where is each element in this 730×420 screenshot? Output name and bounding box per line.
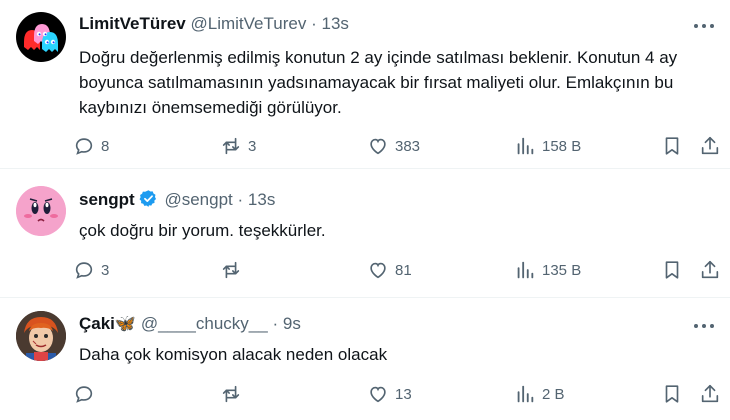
tweet-text: Doğru değerlenmiş edilmiş konutun 2 ay i… [79,48,678,117]
share-button[interactable] [699,131,721,161]
heart-icon [370,138,386,155]
views-button[interactable]: 2 B [514,379,565,409]
handle[interactable]: @____chucky__ [141,314,268,333]
heart-icon [370,262,386,279]
display-name[interactable]: sengpt [79,190,135,209]
views-button[interactable]: 135 B [514,255,581,285]
verified-badge-icon [139,190,156,207]
bookmark-icon [665,261,679,279]
share-button[interactable] [699,379,721,409]
reply-button[interactable]: 8 [73,131,109,161]
repost-button[interactable] [220,379,248,409]
chucky-doll-image [16,311,66,361]
separator-dot: · [237,190,244,209]
share-button[interactable] [699,255,721,285]
avatar[interactable] [16,311,66,361]
tweet-header: LimitVeTürev @LimitVeTurev · 13s [79,14,349,34]
like-button[interactable]: 383 [367,131,420,161]
views-count: 2 B [542,385,565,403]
pacman-ghosts-image [24,24,58,52]
avatar[interactable] [16,12,66,62]
handle[interactable]: @LimitVeTurev [191,14,307,33]
action-bar: 8 3 383 158 B [73,131,723,161]
bar-chart-icon [517,261,534,279]
like-button[interactable]: 81 [367,255,412,285]
bar-chart-icon [517,385,534,403]
repost-count: 3 [248,137,257,155]
bookmark-icon [665,137,679,155]
tweet[interactable]: Çaki🦋 @____chucky__ · 9s Daha çok komisy… [0,298,730,420]
tweet[interactable]: sengpt @sengpt · 13s çok doğru bir yorum… [0,169,730,297]
repost-arrows-icon [222,261,240,279]
like-count: 383 [395,137,421,155]
separator-dot: · [272,314,279,333]
repost-button[interactable]: 3 [220,131,256,161]
bookmark-button[interactable] [661,255,683,285]
share-upload-icon [701,260,719,279]
reply-button[interactable] [73,379,101,409]
speech-bubble-icon [75,262,93,279]
action-bar: 13 2 B [73,379,723,409]
more-dots-icon[interactable] [694,315,716,337]
kirby-face-image [16,186,66,236]
timestamp[interactable]: 9s [283,314,301,333]
bookmark-icon [665,385,679,403]
timestamp[interactable]: 13s [321,14,348,33]
tweet-header: Çaki🦋 @____chucky__ · 9s [79,314,301,334]
separator-dot: · [311,14,317,33]
timestamp[interactable]: 13s [248,190,275,209]
tweet-text: Daha çok komisyon alacak neden olacak [79,345,388,364]
tweet[interactable]: LimitVeTürev @LimitVeTurev · 13s Doğru d… [0,0,730,168]
repost-button[interactable] [220,255,248,285]
tweet-text: çok doğru bir yorum. teşekkürler. [79,221,326,240]
speech-bubble-icon [75,386,93,403]
bookmark-button[interactable] [661,379,683,409]
avatar[interactable] [16,186,66,236]
like-button[interactable]: 13 [367,379,412,409]
tweet-header: sengpt @sengpt · 13s [79,189,275,210]
views-button[interactable]: 158 B [514,131,581,161]
speech-bubble-icon [75,138,93,155]
repost-arrows-icon [222,385,240,403]
like-count: 13 [395,385,412,403]
display-name[interactable]: LimitVeTürev [79,14,186,33]
reply-count: 3 [101,261,110,279]
heart-icon [370,386,386,403]
handle[interactable]: @sengpt [164,190,232,209]
display-name[interactable]: Çaki🦋 [79,314,136,333]
action-bar: 3 81 135 B [73,255,723,285]
bookmark-button[interactable] [661,131,683,161]
bar-chart-icon [517,137,534,155]
like-count: 81 [395,261,412,279]
views-count: 135 B [542,261,582,279]
more-dots-icon[interactable] [694,15,716,37]
share-upload-icon [701,384,719,403]
views-count: 158 B [542,137,582,155]
reply-count: 8 [101,137,110,155]
repost-arrows-icon [222,137,240,155]
share-upload-icon [701,136,719,155]
reply-button[interactable]: 3 [73,255,109,285]
